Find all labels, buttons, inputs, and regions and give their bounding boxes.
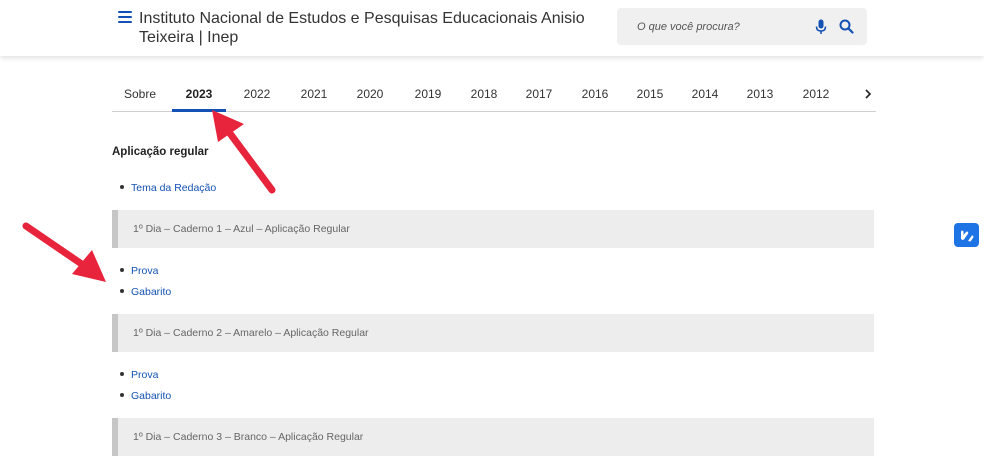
prova-label[interactable]: Prova bbox=[131, 265, 158, 277]
arrow-to-prova-link bbox=[22, 222, 90, 271]
accessibility-widget[interactable] bbox=[954, 223, 979, 247]
tab-2014[interactable]: 2014 bbox=[680, 78, 730, 111]
tab-2012[interactable]: 2012 bbox=[791, 78, 841, 111]
tab-2016[interactable]: 2016 bbox=[570, 78, 620, 111]
bullet bbox=[120, 393, 124, 398]
gabarito-link-caderno-2[interactable]: Gabarito bbox=[120, 390, 171, 402]
hamburger-menu-icon[interactable] bbox=[118, 11, 132, 23]
search-box bbox=[617, 8, 867, 45]
tab-2021[interactable]: 2021 bbox=[289, 78, 339, 111]
gabarito-label[interactable]: Gabarito bbox=[131, 390, 171, 402]
prova-label[interactable]: Prova bbox=[131, 369, 158, 381]
year-tabs: Sobre 2023 2022 2021 2020 2019 2018 2017… bbox=[112, 78, 876, 112]
bullet bbox=[120, 372, 124, 377]
accordion-caderno-1[interactable]: 1º Dia – Caderno 1 – Azul – Aplicação Re… bbox=[112, 210, 874, 248]
search-input[interactable] bbox=[637, 8, 817, 45]
tab-2019[interactable]: 2019 bbox=[403, 78, 453, 111]
vlibras-hands-icon bbox=[961, 230, 974, 242]
tab-2013[interactable]: 2013 bbox=[735, 78, 785, 111]
accordion-caderno-2[interactable]: 1º Dia – Caderno 2 – Amarelo – Aplicação… bbox=[112, 314, 874, 352]
arrow-head-prova bbox=[72, 250, 106, 282]
accordion-title: 1º Dia – Caderno 3 – Branco – Aplicação … bbox=[133, 431, 364, 443]
section-heading: Aplicação regular bbox=[112, 146, 209, 158]
tab-2018[interactable]: 2018 bbox=[459, 78, 509, 111]
bullet bbox=[120, 289, 124, 294]
tab-2017[interactable]: 2017 bbox=[514, 78, 564, 111]
microphone-icon[interactable] bbox=[814, 19, 828, 35]
accordion-title: 1º Dia – Caderno 1 – Azul – Aplicação Re… bbox=[133, 223, 350, 235]
tema-redacao-label[interactable]: Tema da Redação bbox=[131, 182, 216, 194]
chevron-right-icon[interactable] bbox=[862, 84, 874, 104]
tab-2022[interactable]: 2022 bbox=[232, 78, 282, 111]
search-icon[interactable] bbox=[839, 19, 854, 34]
arrow-to-2023-tab bbox=[222, 124, 276, 194]
site-header: Instituto Nacional de Estudos e Pesquisa… bbox=[0, 0, 984, 56]
accordion-caderno-3[interactable]: 1º Dia – Caderno 3 – Branco – Aplicação … bbox=[112, 418, 874, 456]
bullet bbox=[120, 268, 124, 273]
tab-2015[interactable]: 2015 bbox=[625, 78, 675, 111]
tab-2020[interactable]: 2020 bbox=[345, 78, 395, 111]
site-title[interactable]: Instituto Nacional de Estudos e Pesquisa… bbox=[139, 9, 609, 47]
tema-redacao-link[interactable]: Tema da Redação bbox=[120, 182, 216, 194]
accordion-title: 1º Dia – Caderno 2 – Amarelo – Aplicação… bbox=[133, 327, 369, 339]
gabarito-label[interactable]: Gabarito bbox=[131, 286, 171, 298]
prova-link-caderno-2[interactable]: Prova bbox=[120, 369, 158, 381]
tab-sobre[interactable]: Sobre bbox=[112, 78, 168, 111]
tab-2023[interactable]: 2023 bbox=[172, 78, 226, 112]
bullet bbox=[120, 185, 124, 190]
prova-link-caderno-1[interactable]: Prova bbox=[120, 265, 158, 277]
gabarito-link-caderno-1[interactable]: Gabarito bbox=[120, 286, 171, 298]
arrow-head-tab bbox=[212, 110, 244, 142]
